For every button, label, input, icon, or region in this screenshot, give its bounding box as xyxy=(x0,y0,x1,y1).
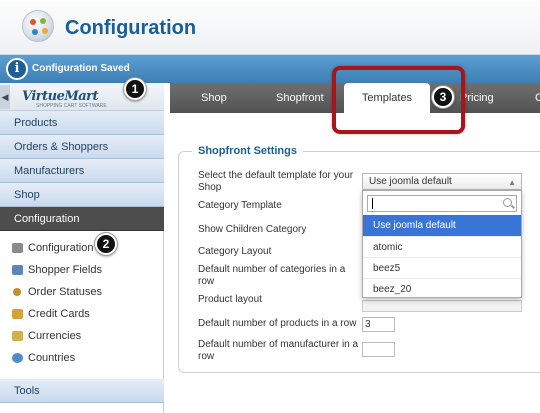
fieldset-legend: Shopfront Settings xyxy=(192,145,303,157)
globe-icon xyxy=(12,353,23,363)
virtuemart-brand: VirtueMart xyxy=(22,89,99,104)
submenu-label: Countries xyxy=(28,352,76,364)
submenu-item-shopper-fields[interactable]: Shopper Fields xyxy=(0,259,164,281)
search-icon xyxy=(503,198,512,207)
message-text: Configuration Saved xyxy=(32,63,130,74)
default-template-select[interactable]: Use joomla default ▲ xyxy=(362,173,522,190)
manufacturers-per-row-input[interactable] xyxy=(362,342,395,357)
tab-more[interactable]: C xyxy=(535,83,540,113)
submenu-item-currencies[interactable]: Currencies xyxy=(0,325,164,347)
tab-shopfront[interactable]: Shopfront xyxy=(276,83,324,113)
sidebar-item-shop[interactable]: Shop xyxy=(0,183,164,207)
gear-dots-icon xyxy=(13,288,21,296)
callout-badge-1: 1 xyxy=(124,78,146,100)
chevron-up-icon: ▲ xyxy=(508,178,516,187)
callout-badge-3: 3 xyxy=(432,86,454,108)
tab-pricing[interactable]: Pricing xyxy=(460,83,494,113)
page-title: Configuration xyxy=(65,17,197,39)
main-content: Shopfront Settings Select the default te… xyxy=(170,113,540,413)
submenu-item-credit-cards[interactable]: Credit Cards xyxy=(0,303,164,325)
collapse-sidebar-icon[interactable]: ◀ xyxy=(0,85,10,109)
sidebar-item-configuration[interactable]: Configuration xyxy=(0,207,164,231)
coins-icon xyxy=(12,331,23,341)
dropdown-option[interactable]: atomic xyxy=(363,236,521,257)
label-category-template: Category Template xyxy=(198,200,282,211)
wrench-icon xyxy=(12,243,23,253)
page-header: Configuration xyxy=(0,0,540,55)
sidebar: ◀ VirtueMart SHOPPING CART SOFTWARE Prod… xyxy=(0,83,164,413)
label-products-per-row: Default number of products in a row xyxy=(198,318,357,329)
fields-icon xyxy=(12,265,23,275)
dropdown-option[interactable]: Use joomla default xyxy=(363,215,521,236)
text-caret xyxy=(372,198,373,209)
submenu-item-countries[interactable]: Countries xyxy=(0,347,164,369)
select-value: Use joomla default xyxy=(369,176,452,187)
submenu-label: Credit Cards xyxy=(28,308,90,320)
template-dropdown: Use joomla default atomic beez5 beez_20 xyxy=(362,190,522,298)
products-per-row-input[interactable]: 3 xyxy=(362,317,395,332)
submenu-label: Currencies xyxy=(28,330,82,342)
submenu-label: Order Statuses xyxy=(28,286,102,298)
label-categories-per-row: Default number of categories in a row xyxy=(198,264,346,287)
label-product-layout: Product layout xyxy=(198,294,262,305)
dropdown-option[interactable]: beez_20 xyxy=(363,278,521,299)
joomla-logo-icon xyxy=(22,10,54,42)
info-icon: i xyxy=(6,58,28,80)
submenu-item-configuration[interactable]: Configuration xyxy=(0,237,164,259)
sidebar-item-orders-shoppers[interactable]: Orders & Shoppers xyxy=(0,135,164,159)
credit-card-icon xyxy=(12,309,23,319)
submenu-item-order-statuses[interactable]: Order Statuses xyxy=(0,281,164,303)
callout-badge-2: 2 xyxy=(95,233,117,255)
virtuemart-tagline: SHOPPING CART SOFTWARE xyxy=(36,103,107,109)
sidebar-item-manufacturers[interactable]: Manufacturers xyxy=(0,159,164,183)
label-category-layout: Category Layout xyxy=(198,246,272,257)
dropdown-search-input[interactable] xyxy=(367,195,517,212)
dropdown-option[interactable]: beez5 xyxy=(363,257,521,278)
products-per-row-helper xyxy=(362,300,522,312)
submenu-label: Configuration xyxy=(28,242,94,254)
label-manufacturers-per-row: Default number of manufacturer in a row xyxy=(198,339,359,362)
sidebar-item-products[interactable]: Products xyxy=(0,111,164,135)
tab-shop[interactable]: Shop xyxy=(201,83,227,113)
label-show-children: Show Children Category xyxy=(198,224,307,235)
label-default-template: Select the default template for your Sho… xyxy=(198,170,354,193)
submenu-label: Shopper Fields xyxy=(28,264,102,276)
sidebar-item-tools[interactable]: Tools xyxy=(0,379,164,403)
